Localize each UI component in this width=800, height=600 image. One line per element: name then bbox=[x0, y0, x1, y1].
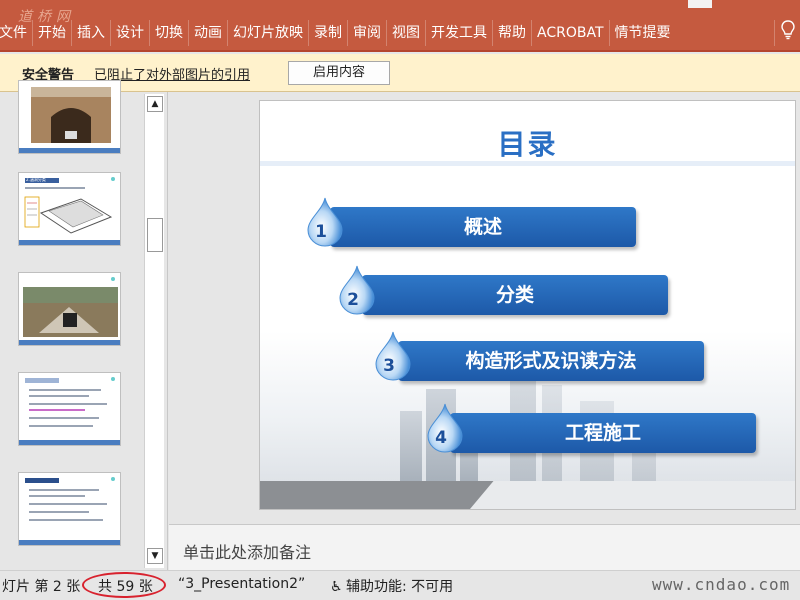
toc-item-3-label: 构造形式及识读方法 bbox=[465, 350, 637, 372]
lightbulb-icon[interactable] bbox=[774, 20, 800, 46]
toc-item-2-number: 2 bbox=[347, 290, 359, 310]
thumbnail-band bbox=[19, 440, 120, 445]
notes-pane[interactable]: 单击此处添加备注 bbox=[169, 524, 800, 570]
thumbnail-dot bbox=[111, 177, 115, 181]
enable-content-button[interactable]: 启用内容 bbox=[288, 61, 390, 85]
scroll-up-arrow-icon[interactable]: ▲ bbox=[147, 96, 163, 112]
slide-thumbnail-2[interactable]: 2.涵洞分类 bbox=[18, 172, 121, 246]
culvert-photo bbox=[19, 273, 120, 345]
toc-item-4-number: 4 bbox=[435, 428, 447, 448]
thumbnail-text-line bbox=[29, 395, 89, 397]
theme-name[interactable]: “3_Presentation2” bbox=[178, 576, 305, 592]
thumbnail-text-line bbox=[29, 503, 107, 505]
toc-item-1[interactable]: 概述 bbox=[330, 207, 636, 247]
tab-design[interactable]: 设计 bbox=[110, 20, 149, 46]
toc-item-2[interactable]: 分类 bbox=[362, 275, 668, 315]
accessibility-status[interactable]: ♿ 辅助功能: 不可用 bbox=[330, 576, 453, 596]
slide-canvas[interactable]: 目录 概述 1 分类 2 构造形式及识读方法 3 工程施工 4 bbox=[259, 100, 796, 510]
road-light bbox=[470, 481, 795, 509]
slide-thumbnail-3[interactable] bbox=[18, 272, 121, 346]
scroll-down-arrow-icon[interactable]: ▼ bbox=[147, 548, 163, 564]
slide-thumbnail-1[interactable] bbox=[18, 80, 121, 154]
tab-view[interactable]: 视图 bbox=[386, 20, 425, 46]
thumbnail-band bbox=[19, 340, 120, 345]
status-bar: 灯片 第 2 张 共 59 张 “3_Presentation2” ♿ 辅助功能:… bbox=[0, 570, 800, 600]
highlight-circle-annotation bbox=[82, 572, 166, 598]
toc-item-3[interactable]: 构造形式及识读方法 bbox=[398, 341, 704, 381]
window-control[interactable] bbox=[688, 0, 712, 8]
site-watermark: www.cndao.com bbox=[652, 575, 791, 594]
thumbnail-band bbox=[19, 240, 120, 245]
culvert-diagram bbox=[24, 196, 113, 234]
slide-position: 灯片 第 2 张 bbox=[2, 579, 81, 595]
accessibility-icon: ♿ bbox=[330, 579, 343, 595]
slide-editing-area: 目录 概述 1 分类 2 构造形式及识读方法 3 工程施工 4 单击此处添加备注 bbox=[169, 92, 800, 570]
tab-transitions[interactable]: 切换 bbox=[149, 20, 188, 46]
tab-insert[interactable]: 插入 bbox=[71, 20, 110, 46]
tab-home[interactable]: 开始 bbox=[32, 20, 71, 46]
thumbnail-text-line bbox=[29, 425, 93, 427]
thumbnail-text-line bbox=[29, 495, 85, 497]
toc-item-2-label: 分类 bbox=[495, 284, 534, 306]
thumbnail-dot bbox=[111, 377, 115, 381]
tab-storyboard[interactable]: 情节提要 bbox=[608, 20, 676, 46]
tab-slideshow[interactable]: 幻灯片放映 bbox=[227, 20, 308, 46]
thumbnail-band bbox=[19, 540, 120, 545]
thumbnail-text-line bbox=[29, 409, 85, 411]
tab-help[interactable]: 帮助 bbox=[492, 20, 531, 46]
toc-item-4-label: 工程施工 bbox=[564, 422, 641, 444]
thumbnail-text-line bbox=[29, 417, 99, 419]
ribbon-tab-bar: 道桥网 文件 开始 插入 设计 切换 动画 幻灯片放映 录制 审阅 视图 开发工… bbox=[0, 0, 800, 52]
tab-review[interactable]: 审阅 bbox=[347, 20, 386, 46]
tab-developer[interactable]: 开发工具 bbox=[425, 20, 492, 46]
notes-placeholder: 单击此处添加备注 bbox=[183, 543, 312, 562]
tunnel-photo bbox=[19, 81, 120, 153]
toc-item-1-number: 1 bbox=[315, 222, 327, 242]
thumbnail-text-line bbox=[29, 489, 99, 491]
tab-acrobat[interactable]: ACROBAT bbox=[531, 20, 609, 46]
powerpoint-window: 道桥网 文件 开始 插入 设计 切换 动画 幻灯片放映 录制 审阅 视图 开发工… bbox=[0, 0, 800, 600]
tab-animations[interactable]: 动画 bbox=[188, 20, 227, 46]
scrollbar-thumb[interactable] bbox=[147, 218, 163, 252]
thumbnail-heading bbox=[25, 378, 59, 383]
slide-thumbnail-4[interactable] bbox=[18, 372, 121, 446]
thumbnail-dot bbox=[111, 477, 115, 481]
thumbnail-text-line bbox=[29, 511, 89, 513]
tab-file[interactable]: 文件 bbox=[0, 20, 32, 46]
thumbnail-dot bbox=[111, 277, 115, 281]
thumbnail-text-line bbox=[29, 389, 101, 391]
tab-record[interactable]: 录制 bbox=[308, 20, 347, 46]
toc-item-4[interactable]: 工程施工 bbox=[450, 413, 756, 453]
building bbox=[400, 411, 422, 481]
slide-thumbnail-5[interactable] bbox=[18, 472, 121, 546]
thumbnail-text-line bbox=[29, 519, 103, 521]
lightbulb-icon-glyph bbox=[780, 20, 795, 40]
thumbnail-scrollbar[interactable]: ▲ ▼ bbox=[144, 94, 164, 568]
accessibility-text: 辅助功能: 不可用 bbox=[346, 579, 454, 595]
slide-title[interactable]: 目录 bbox=[260, 123, 795, 163]
toc-item-3-number: 3 bbox=[383, 356, 395, 376]
ribbon-tabs: 文件 开始 插入 设计 切换 动画 幻灯片放映 录制 审阅 视图 开发工具 帮助… bbox=[0, 20, 676, 46]
thumbnail-band bbox=[19, 148, 120, 153]
thumbnail-heading bbox=[25, 478, 59, 483]
thumbnail-text-line bbox=[29, 403, 107, 405]
slide-thumbnail-pane: 2.涵洞分类 bbox=[0, 80, 168, 570]
